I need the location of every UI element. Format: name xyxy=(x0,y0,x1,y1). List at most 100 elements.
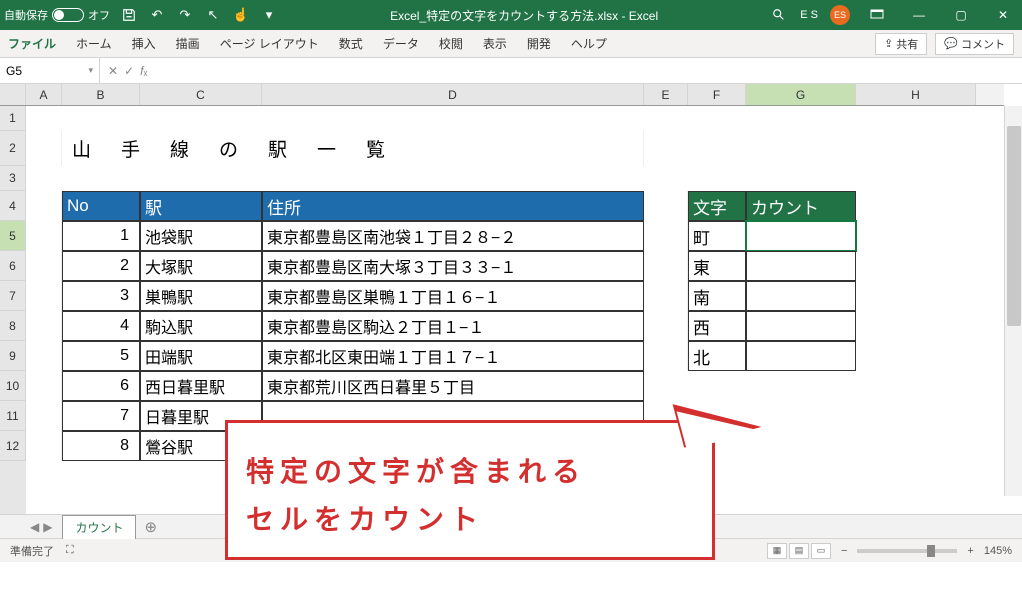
row-header-7[interactable]: 7 xyxy=(0,281,26,311)
row-header-2[interactable]: 2 xyxy=(0,131,26,166)
save-icon[interactable] xyxy=(120,6,138,24)
scroll-thumb[interactable] xyxy=(1007,126,1021,326)
tab-home[interactable]: ホーム xyxy=(76,35,112,52)
sheet-tab-active[interactable]: カウント xyxy=(62,515,136,539)
col-header-F[interactable]: F xyxy=(688,84,746,105)
table-cell[interactable] xyxy=(746,311,856,341)
row-header-11[interactable]: 11 xyxy=(0,401,26,431)
row-header-6[interactable]: 6 xyxy=(0,251,26,281)
table-cell[interactable]: 北 xyxy=(688,341,746,371)
tab-formula[interactable]: 数式 xyxy=(339,35,363,52)
pointer-icon[interactable]: ↖ xyxy=(204,6,222,24)
maximize-icon[interactable]: ▢ xyxy=(946,3,976,27)
tab-nav-prev-icon[interactable]: ◀ xyxy=(30,520,39,534)
tab-insert[interactable]: 挿入 xyxy=(132,35,156,52)
ribbon-options-icon[interactable] xyxy=(862,3,892,27)
select-all-corner[interactable] xyxy=(0,84,26,105)
table-cell[interactable]: 西日暮里駅 xyxy=(140,371,262,401)
row-header-1[interactable]: 1 xyxy=(0,106,26,131)
row-header-12[interactable]: 12 xyxy=(0,431,26,461)
table-cell[interactable]: 田端駅 xyxy=(140,341,262,371)
table-cell[interactable]: 東京都豊島区南池袋１丁目２８−２ xyxy=(262,221,644,251)
row-header-8[interactable]: 8 xyxy=(0,311,26,341)
table-cell[interactable]: 6 xyxy=(62,371,140,401)
zoom-level[interactable]: 145% xyxy=(984,545,1012,557)
table-cell[interactable]: 8 xyxy=(62,431,140,461)
fx-icon[interactable]: fₓ xyxy=(140,64,147,78)
name-box[interactable]: G5 ▾ xyxy=(0,58,100,83)
accessibility-icon[interactable]: ⛶ xyxy=(66,544,74,557)
table-cell[interactable]: 町 xyxy=(688,221,746,251)
tab-file[interactable]: ファイル xyxy=(8,35,56,52)
view-break-icon[interactable]: ▭ xyxy=(811,543,831,559)
minimize-icon[interactable]: — xyxy=(904,3,934,27)
col-header-H[interactable]: H xyxy=(856,84,976,105)
tab-nav-next-icon[interactable]: ▶ xyxy=(43,520,52,534)
table-cell[interactable]: 7 xyxy=(62,401,140,431)
col-header-A[interactable]: A xyxy=(26,84,62,105)
tab-review[interactable]: 校閲 xyxy=(439,35,463,52)
touch-icon[interactable]: ☝ xyxy=(232,6,250,24)
tab-dev[interactable]: 開発 xyxy=(527,35,551,52)
tab-draw[interactable]: 描画 xyxy=(176,35,200,52)
table-cell[interactable]: 1 xyxy=(62,221,140,251)
table-cell[interactable]: 東京都北区東田端１丁目１７−１ xyxy=(262,341,644,371)
view-page-icon[interactable]: ▤ xyxy=(789,543,809,559)
col-header-C[interactable]: C xyxy=(140,84,262,105)
sheet-title[interactable]: 山手線の駅一覧 xyxy=(62,131,644,166)
tab-help[interactable]: ヘルプ xyxy=(571,35,607,52)
zoom-out-icon[interactable]: − xyxy=(841,545,847,557)
side-header-count[interactable]: カウント xyxy=(746,191,856,221)
table-cell[interactable]: 東 xyxy=(688,251,746,281)
table-cell[interactable]: 南 xyxy=(688,281,746,311)
col-header-B[interactable]: B xyxy=(62,84,140,105)
table-cell[interactable] xyxy=(746,341,856,371)
close-icon[interactable]: ✕ xyxy=(988,3,1018,27)
row-header-5[interactable]: 5 xyxy=(0,221,26,251)
table-cell[interactable]: 池袋駅 xyxy=(140,221,262,251)
share-button[interactable]: ⇪ 共有 xyxy=(875,33,927,55)
table-cell[interactable]: 西 xyxy=(688,311,746,341)
table-cell[interactable]: 4 xyxy=(62,311,140,341)
autosave-toggle[interactable]: 自動保存 オフ xyxy=(4,7,110,23)
qat-more-icon[interactable]: ▾ xyxy=(260,6,278,24)
table-cell[interactable] xyxy=(746,251,856,281)
vertical-scrollbar[interactable] xyxy=(1004,106,1022,496)
tab-view[interactable]: 表示 xyxy=(483,35,507,52)
side-header-char[interactable]: 文字 xyxy=(688,191,746,221)
table-cell[interactable]: 東京都豊島区巣鴨１丁目１６−１ xyxy=(262,281,644,311)
zoom-in-icon[interactable]: + xyxy=(967,545,973,557)
row-header-3[interactable]: 3 xyxy=(0,166,26,191)
table-cell[interactable]: 東京都豊島区南大塚３丁目３３−１ xyxy=(262,251,644,281)
chevron-down-icon[interactable]: ▾ xyxy=(88,65,93,76)
undo-icon[interactable]: ↶ xyxy=(148,6,166,24)
tab-data[interactable]: データ xyxy=(383,35,419,52)
enter-icon[interactable]: ✓ xyxy=(124,64,134,78)
view-normal-icon[interactable]: ▦ xyxy=(767,543,787,559)
main-header-no[interactable]: No xyxy=(62,191,140,221)
table-cell[interactable]: 駒込駅 xyxy=(140,311,262,341)
table-cell[interactable]: 2 xyxy=(62,251,140,281)
avatar[interactable]: ES xyxy=(830,5,850,25)
col-header-E[interactable]: E xyxy=(644,84,688,105)
tab-layout[interactable]: ページ レイアウト xyxy=(220,35,319,52)
table-cell[interactable] xyxy=(746,281,856,311)
new-sheet-button[interactable]: ⊕ xyxy=(136,518,165,536)
table-cell[interactable]: 東京都荒川区西日暮里５丁目 xyxy=(262,371,644,401)
table-cell[interactable]: 巣鴨駅 xyxy=(140,281,262,311)
col-header-G[interactable]: G xyxy=(746,84,856,105)
zoom-slider[interactable] xyxy=(857,549,957,553)
row-header-9[interactable]: 9 xyxy=(0,341,26,371)
table-cell[interactable]: 東京都豊島区駒込２丁目１−１ xyxy=(262,311,644,341)
search-icon[interactable] xyxy=(770,6,788,24)
row-header-4[interactable]: 4 xyxy=(0,191,26,221)
comment-button[interactable]: 💬 コメント xyxy=(935,33,1014,55)
table-cell[interactable]: 大塚駅 xyxy=(140,251,262,281)
col-header-D[interactable]: D xyxy=(262,84,644,105)
main-header-station[interactable]: 駅 xyxy=(140,191,262,221)
cancel-icon[interactable]: ✕ xyxy=(108,64,118,78)
table-cell[interactable]: 3 xyxy=(62,281,140,311)
table-cell[interactable]: 5 xyxy=(62,341,140,371)
row-header-10[interactable]: 10 xyxy=(0,371,26,401)
main-header-address[interactable]: 住所 xyxy=(262,191,644,221)
